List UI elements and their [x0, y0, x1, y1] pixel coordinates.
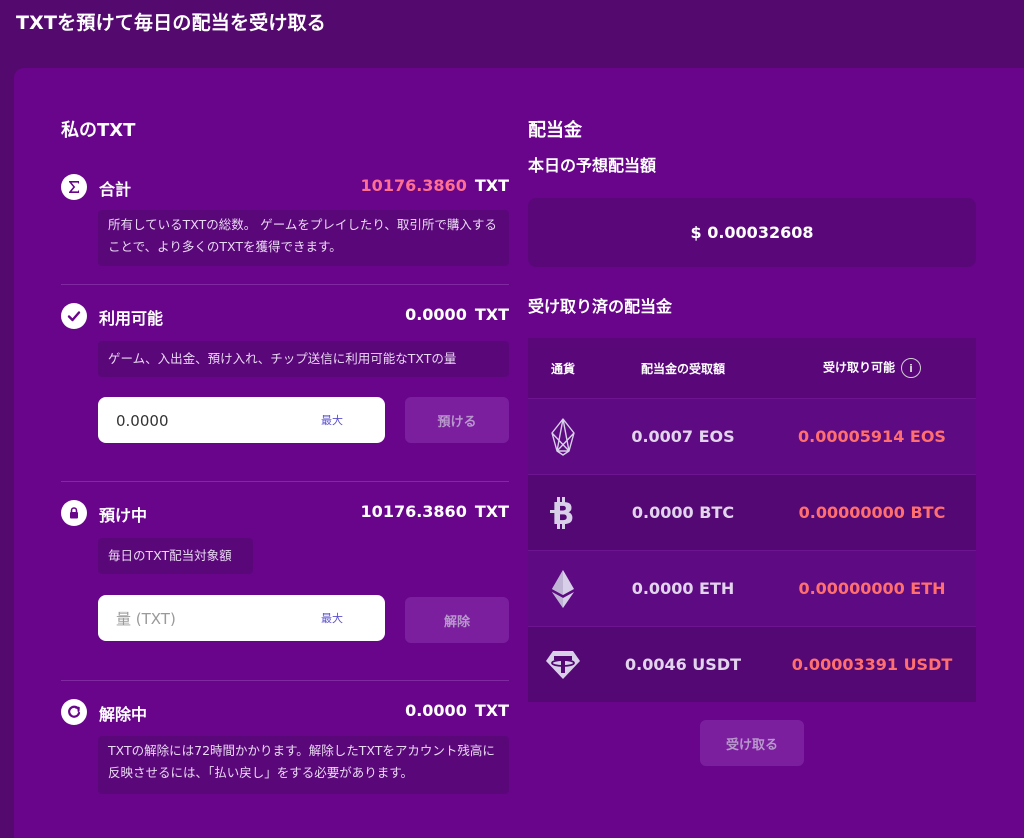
received-amount: 0.0007 EOS: [631, 427, 735, 446]
staking-panel: 私のTXT 合計 10176.3860 TXT 所有しているTXTの総数。 ゲーム…: [14, 68, 1024, 838]
staked-amount-unit: TXT: [474, 502, 509, 521]
col-currency: 通貨: [550, 361, 575, 376]
received-heading: 受け取り済の配当金: [528, 297, 673, 316]
received-amount: 0.0000 ETH: [631, 579, 735, 598]
claim-button[interactable]: 受け取る: [700, 720, 804, 766]
claimable-amount: 0.00005914 EOS: [768, 427, 976, 446]
staked-row: 預け中 10176.3860 TXT: [61, 500, 509, 530]
eos-icon: [528, 417, 598, 457]
available-label: 利用可能: [99, 309, 164, 328]
unstake-amount-input-box: 最大: [98, 595, 385, 643]
unstake-max-button[interactable]: 最大: [321, 610, 343, 626]
sigma-icon: [61, 174, 87, 200]
claimable-value: 0.00005914 EOS: [798, 427, 946, 446]
estimate-heading: 本日の予想配当額: [528, 156, 657, 175]
total-row: 合計 10176.3860 TXT: [61, 174, 509, 204]
total-label: 合計: [99, 180, 132, 199]
page-title: TXTを預けて毎日の配当を受け取る: [16, 12, 326, 34]
staked-description: 毎日のTXT配当対象額: [98, 538, 253, 574]
unstake-button[interactable]: 解除: [405, 597, 509, 643]
col-received: 配当金の受取額: [640, 361, 725, 376]
table-header: 通貨 配当金の受取額 受け取り可能 i: [528, 338, 976, 398]
stake-button[interactable]: 預ける: [405, 397, 509, 443]
table-row: B 0.0000 BTC 0.00000000 BTC: [528, 474, 976, 550]
claimable-amount: 0.00003391 USDT: [768, 655, 976, 674]
unstaking-amount: 0.0000 TXT: [405, 701, 509, 720]
eth-icon: [528, 569, 598, 609]
unstaking-label: 解除中: [99, 705, 148, 724]
col-claimable-label: 受け取り可能: [822, 360, 895, 375]
table-row: 0.0046 USDT 0.00003391 USDT: [528, 626, 976, 702]
unstaking-amount-value: 0.0000: [405, 701, 467, 720]
dividends-table: 通貨 配当金の受取額 受け取り可能 i 0.0007 EOS 0.00005914…: [528, 338, 976, 702]
dividends-heading: 配当金: [528, 120, 582, 141]
staked-label: 預け中: [99, 506, 148, 525]
total-amount: 10176.3860 TXT: [361, 176, 509, 195]
claimable-amount: 0.00000000 ETH: [768, 579, 976, 598]
usdt-icon: [528, 650, 598, 680]
available-description: ゲーム、入出金、預け入れ、チップ送信に利用可能なTXTの量: [98, 341, 509, 377]
unstaking-amount-unit: TXT: [474, 701, 509, 720]
received-amount: 0.0046 USDT: [624, 655, 742, 674]
divider: [61, 284, 509, 285]
col-claimable: 受け取り可能 i: [768, 358, 976, 378]
received-amount: 0.0000 BTC: [631, 503, 735, 522]
claimable-value: 0.00000000 BTC: [798, 503, 946, 522]
btc-icon: B: [528, 496, 598, 530]
unstaking-row: 解除中 0.0000 TXT: [61, 699, 509, 729]
claimable-value: 0.00003391 USDT: [791, 655, 953, 674]
estimate-value: $ 0.00032608: [690, 223, 814, 242]
available-amount: 0.0000 TXT: [405, 305, 509, 324]
available-amount-unit: TXT: [474, 305, 509, 324]
refresh-icon: [61, 699, 87, 725]
available-amount-value: 0.0000: [405, 305, 467, 324]
unstaking-description: TXTの解除には72時間かかります。解除したTXTをアカウント残高に反映させるに…: [98, 736, 509, 794]
divider: [61, 481, 509, 482]
info-icon[interactable]: i: [901, 358, 921, 378]
total-description: 所有しているTXTの総数。 ゲームをプレイしたり、取引所で購入することで、より多…: [98, 210, 509, 266]
staked-amount-value: 10176.3860: [360, 502, 467, 521]
table-row: 0.0000 ETH 0.00000000 ETH: [528, 550, 976, 626]
table-row: 0.0007 EOS 0.00005914 EOS: [528, 398, 976, 474]
stake-amount-input[interactable]: [114, 397, 298, 445]
divider: [61, 680, 509, 681]
unstake-amount-input[interactable]: [114, 595, 298, 643]
available-row: 利用可能 0.0000 TXT: [61, 303, 509, 333]
staked-amount: 10176.3860 TXT: [361, 502, 509, 521]
total-amount-value: 10176.3860: [360, 176, 467, 195]
stake-max-button[interactable]: 最大: [321, 412, 343, 428]
check-icon: [61, 303, 87, 329]
lock-icon: [61, 500, 87, 526]
total-amount-unit: TXT: [474, 176, 509, 195]
claimable-value: 0.00000000 ETH: [798, 579, 946, 598]
stake-amount-input-box: 最大: [98, 397, 385, 445]
estimate-box: $ 0.00032608: [528, 198, 976, 267]
claimable-amount: 0.00000000 BTC: [768, 503, 976, 522]
my-txt-heading: 私のTXT: [61, 120, 136, 141]
